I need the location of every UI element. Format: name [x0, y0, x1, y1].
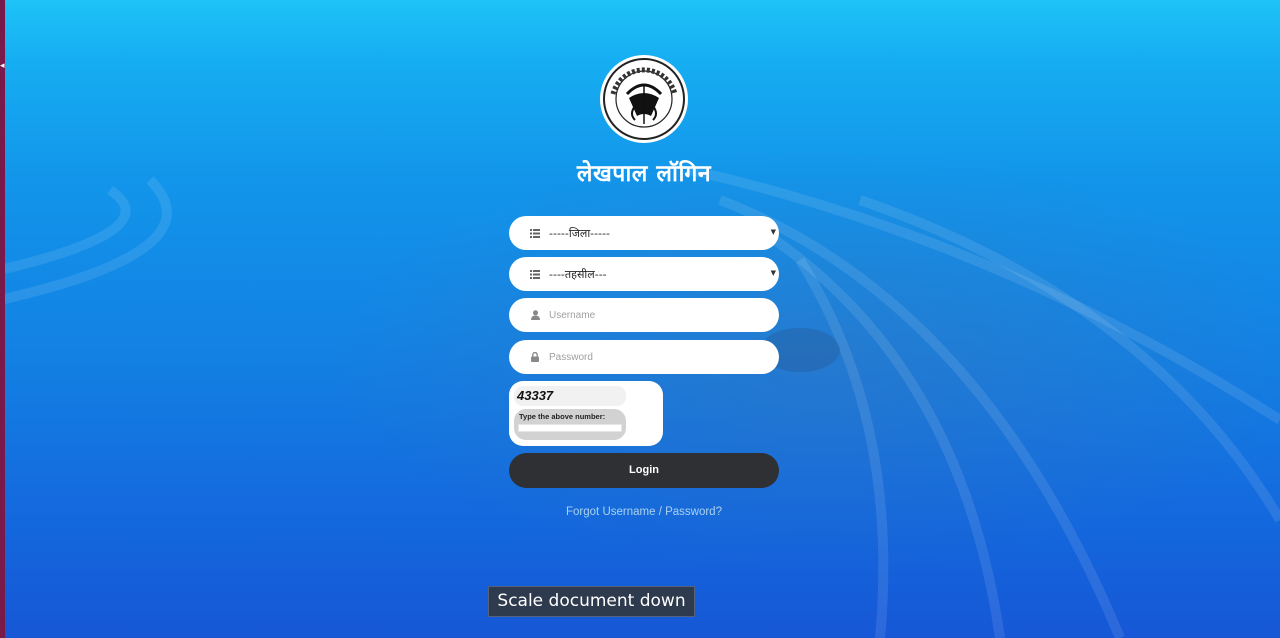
login-button[interactable]: Login — [509, 453, 779, 488]
captcha-input[interactable] — [518, 424, 622, 432]
username-field[interactable]: Username — [509, 298, 779, 332]
user-icon — [529, 309, 541, 321]
page-title: लेखपाल लॉगिन — [576, 161, 712, 187]
chevron-down-icon: ▼ — [770, 228, 776, 236]
chevron-down-icon: ▼ — [770, 269, 776, 277]
captcha-box: 43337 Type the above number: — [509, 381, 663, 446]
government-seal-logo — [600, 55, 688, 143]
username-placeholder: Username — [549, 309, 596, 321]
list-icon — [529, 227, 541, 239]
window-edge — [0, 0, 5, 638]
scale-document-tooltip: Scale document down — [488, 586, 695, 617]
captcha-number: 43337 — [514, 386, 626, 406]
captcha-label: Type the above number: — [519, 412, 606, 421]
login-page: ◂ लेखपाल लॉगिन -----जिला----- ▼ ----तहसी… — [0, 0, 1280, 638]
lock-icon — [529, 351, 541, 363]
password-placeholder: Password — [549, 351, 593, 363]
captcha-entry-group: Type the above number: — [514, 409, 626, 440]
district-select[interactable]: -----जिला----- ▼ — [509, 216, 779, 250]
list-icon — [529, 268, 541, 280]
tehsil-select-value: ----तहसील--- — [549, 267, 607, 281]
collapse-arrow-icon[interactable]: ◂ — [0, 60, 6, 72]
tehsil-select[interactable]: ----तहसील--- ▼ — [509, 257, 779, 291]
district-select-value: -----जिला----- — [549, 226, 611, 240]
password-field[interactable]: Password — [509, 340, 779, 374]
forgot-credentials-link[interactable]: Forgot Username / Password? — [480, 506, 808, 518]
